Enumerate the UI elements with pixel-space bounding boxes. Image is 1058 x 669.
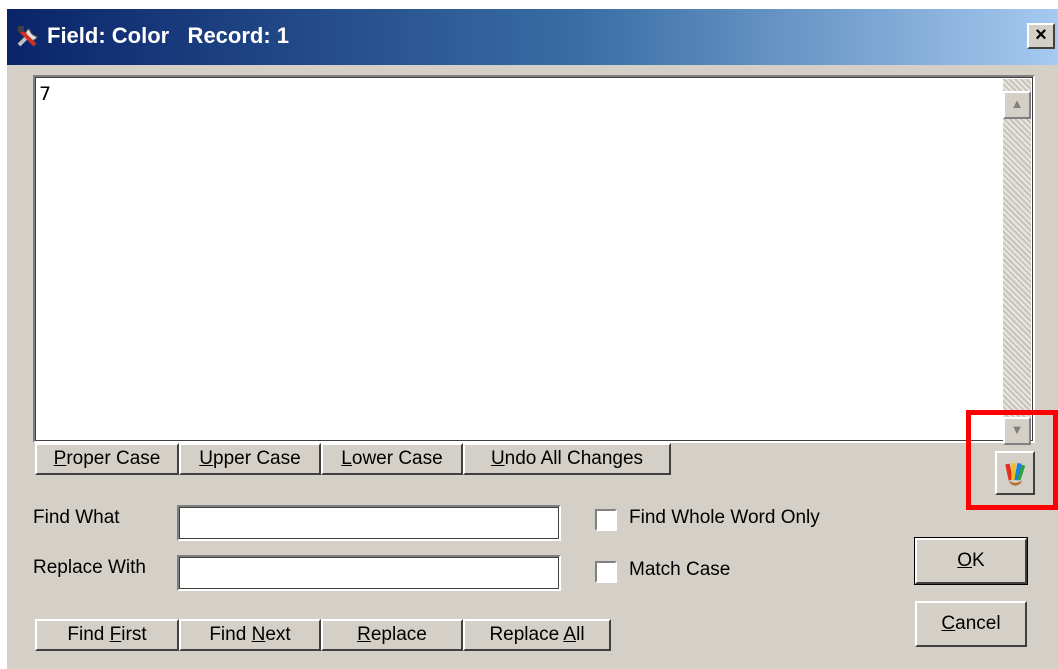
crayons-icon bbox=[1005, 462, 1026, 486]
arrow-up-icon: ▲ bbox=[1010, 96, 1024, 111]
find-button-row: Find First Find Next Replace Replace All bbox=[35, 619, 611, 651]
ok-button[interactable]: OK bbox=[914, 537, 1028, 585]
match-case-label: Match Case bbox=[629, 559, 731, 580]
lower-case-button[interactable]: Lower Case bbox=[321, 443, 463, 475]
undo-all-changes-button[interactable]: Undo All Changes bbox=[463, 443, 671, 475]
replace-with-label: Replace With bbox=[33, 557, 146, 578]
field-value-text: 7 bbox=[39, 83, 52, 105]
find-next-button[interactable]: Find Next bbox=[179, 619, 321, 651]
find-what-label: Find What bbox=[33, 507, 120, 528]
find-first-button[interactable]: Find First bbox=[35, 619, 179, 651]
case-button-row: Proper Case Upper Case Lower Case Undo A… bbox=[35, 443, 671, 475]
arrow-down-icon: ▼ bbox=[1010, 422, 1024, 437]
match-case-checkbox[interactable] bbox=[595, 561, 617, 583]
cancel-button[interactable]: Cancel bbox=[915, 601, 1027, 647]
find-what-input[interactable] bbox=[179, 507, 559, 539]
tools-icon bbox=[17, 26, 38, 47]
vertical-scrollbar[interactable]: ▲ ▼ bbox=[1003, 79, 1031, 445]
close-button[interactable]: × bbox=[1027, 23, 1055, 49]
replace-all-button[interactable]: Replace All bbox=[463, 619, 611, 651]
field-value-textarea[interactable]: 7 ▲ ▼ bbox=[33, 75, 1035, 445]
window-title: Field: Color Record: 1 bbox=[47, 23, 290, 48]
scroll-up-button[interactable]: ▲ bbox=[1003, 91, 1031, 119]
find-whole-word-label: Find Whole Word Only bbox=[629, 507, 820, 528]
proper-case-button[interactable]: Proper Case bbox=[35, 443, 179, 475]
replace-with-input[interactable] bbox=[179, 557, 559, 589]
color-picker-button[interactable] bbox=[995, 451, 1035, 495]
scroll-down-button[interactable]: ▼ bbox=[1003, 417, 1031, 445]
find-whole-word-checkbox[interactable] bbox=[595, 509, 617, 531]
close-icon: × bbox=[1035, 24, 1047, 46]
title-bar[interactable]: Field: Color Record: 1 × bbox=[7, 9, 1058, 65]
find-what-field[interactable] bbox=[177, 505, 561, 541]
replace-with-field[interactable] bbox=[177, 555, 561, 591]
replace-button[interactable]: Replace bbox=[321, 619, 463, 651]
field-editor-dialog: Field: Color Record: 1 × 7 ▲ ▼ Proper Ca… bbox=[6, 8, 1058, 669]
upper-case-button[interactable]: Upper Case bbox=[179, 443, 321, 475]
